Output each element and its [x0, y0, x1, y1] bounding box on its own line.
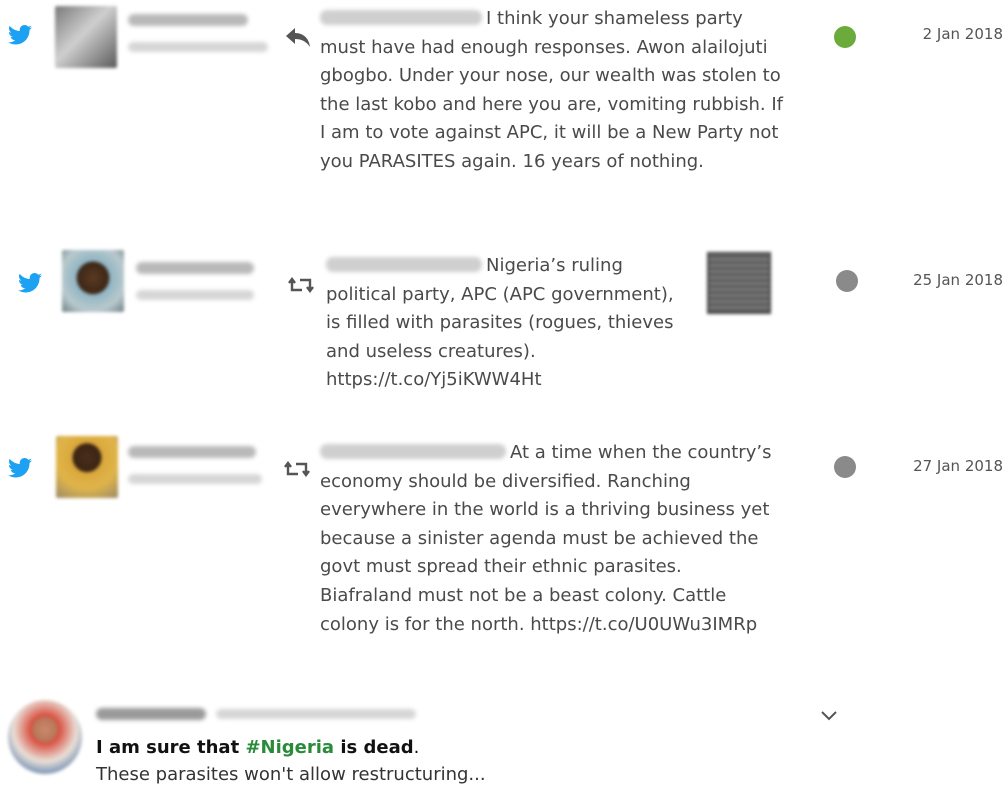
media-thumbnail[interactable]	[707, 252, 771, 314]
twitter-icon	[18, 273, 42, 293]
twitter-icon	[8, 25, 32, 45]
reply-icon[interactable]	[285, 26, 311, 48]
post-text: At a time when the country’s economy sho…	[320, 442, 772, 635]
hashtag-link[interactable]: #Nigeria	[245, 737, 334, 758]
user-handle-redacted	[216, 709, 416, 719]
twitter-icon	[8, 458, 32, 478]
avatar[interactable]	[62, 250, 124, 312]
user-handle-redacted	[136, 290, 254, 300]
user-name-redacted	[128, 446, 256, 458]
user-name-redacted	[136, 262, 254, 274]
mention-redacted	[320, 10, 482, 25]
user-handle-redacted	[128, 42, 268, 52]
mention-redacted	[326, 257, 482, 272]
avatar[interactable]	[56, 436, 118, 498]
post-date: 27 Jan 2018	[913, 457, 1003, 475]
status-dot	[836, 270, 858, 292]
avatar[interactable]	[55, 6, 117, 68]
post-date: 2 Jan 2018	[922, 25, 1003, 43]
post-text: Nigeria’s ruling political party, APC (A…	[326, 255, 674, 391]
avatar[interactable]	[8, 700, 82, 774]
chevron-down-icon[interactable]	[820, 710, 838, 722]
status-dot	[834, 26, 856, 48]
user-name-redacted	[128, 14, 248, 26]
embed-text: These parasites won't allow restructurin…	[96, 764, 486, 785]
user-name-redacted	[96, 708, 206, 720]
retweet-icon[interactable]	[288, 274, 314, 296]
status-dot	[834, 456, 856, 478]
embed-headline: I am sure that #Nigeria is dead.	[96, 737, 420, 758]
user-handle-redacted	[128, 474, 262, 484]
mention-redacted	[320, 444, 506, 459]
retweet-icon[interactable]	[284, 458, 310, 480]
post-date: 25 Jan 2018	[913, 271, 1003, 289]
post-text: I think your shameless party must have h…	[320, 8, 783, 172]
